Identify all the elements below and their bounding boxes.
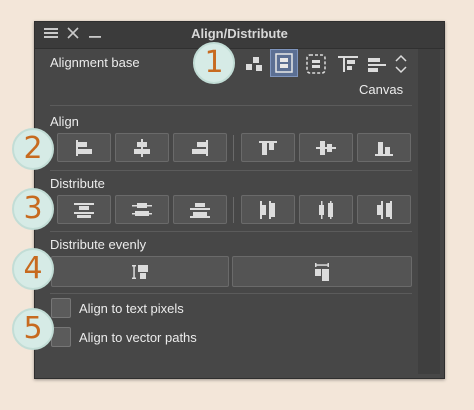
distribute-left-button[interactable] (241, 195, 295, 224)
align-top-button[interactable] (241, 133, 295, 162)
distribute-top-icon (74, 202, 94, 218)
selection-area-icon[interactable] (302, 50, 330, 78)
divider (233, 197, 234, 223)
title-bar[interactable]: Align/Distribute (35, 22, 444, 49)
distribute-left-icon (260, 200, 275, 219)
align-bottom-button[interactable] (357, 133, 411, 162)
distribute-evenly-label: Distribute evenly (50, 237, 147, 252)
align-to-vector-paths-checkbox[interactable] (51, 327, 71, 347)
align-horizontal-center-icon (134, 138, 150, 157)
divider (50, 170, 412, 171)
canvas-icon[interactable] (270, 49, 298, 77)
scrollbar[interactable] (418, 49, 440, 374)
distribute-right-button[interactable] (357, 195, 411, 224)
align-to-text-pixels-checkbox[interactable] (51, 298, 71, 318)
badge-4: 4 (12, 248, 54, 290)
distribute-vertical-center-icon (132, 202, 152, 216)
alignment-base-label: Alignment base (50, 55, 140, 70)
selection-objects-icon[interactable] (240, 50, 268, 78)
divider (50, 293, 412, 294)
distribute-bottom-icon (190, 202, 210, 218)
alignment-base-options (240, 49, 412, 79)
align-left-button[interactable] (57, 133, 111, 162)
align-left-icon (76, 139, 92, 156)
distribute-horizontal-center-icon (319, 200, 333, 219)
align-label: Align (50, 114, 79, 129)
distribute-horizontal-center-button[interactable] (299, 195, 353, 224)
key-object-icon[interactable] (334, 50, 362, 78)
align-vertical-center-icon (316, 140, 336, 155)
badge-1: 1 (193, 42, 235, 84)
align-to-text-pixels-label: Align to text pixels (79, 301, 184, 316)
distribute-bottom-button[interactable] (173, 195, 227, 224)
align-right-icon (192, 139, 208, 156)
badge-5: 5 (12, 308, 54, 350)
align-right-button[interactable] (173, 133, 227, 162)
distribute-evenly-horizontal-icon (315, 262, 329, 281)
divider (50, 231, 412, 232)
align-vertical-center-button[interactable] (299, 133, 353, 162)
guide-icon[interactable] (364, 50, 392, 78)
distribute-vertical-center-button[interactable] (115, 195, 169, 224)
distribute-evenly-horizontal-button[interactable] (232, 256, 412, 287)
distribute-evenly-vertical-button[interactable] (51, 256, 229, 287)
badge-2: 2 (12, 128, 54, 170)
align-bottom-icon (375, 141, 393, 156)
align-top-icon (259, 140, 277, 155)
align-horizontal-center-button[interactable] (115, 133, 169, 162)
align-distribute-panel: Align/Distribute Alignment base Canvas A… (34, 21, 445, 379)
distribute-label: Distribute (50, 176, 105, 191)
window-title: Align/Distribute (191, 26, 288, 41)
divider (50, 105, 412, 106)
distribute-right-icon (377, 200, 392, 219)
badge-3: 3 (12, 188, 54, 230)
divider (233, 135, 234, 161)
distribute-top-button[interactable] (57, 195, 111, 224)
chevron-updown-icon[interactable] (392, 50, 410, 78)
alignment-base-value: Canvas (359, 82, 404, 97)
align-to-vector-paths-label: Align to vector paths (79, 330, 197, 345)
distribute-evenly-vertical-icon (132, 264, 148, 279)
